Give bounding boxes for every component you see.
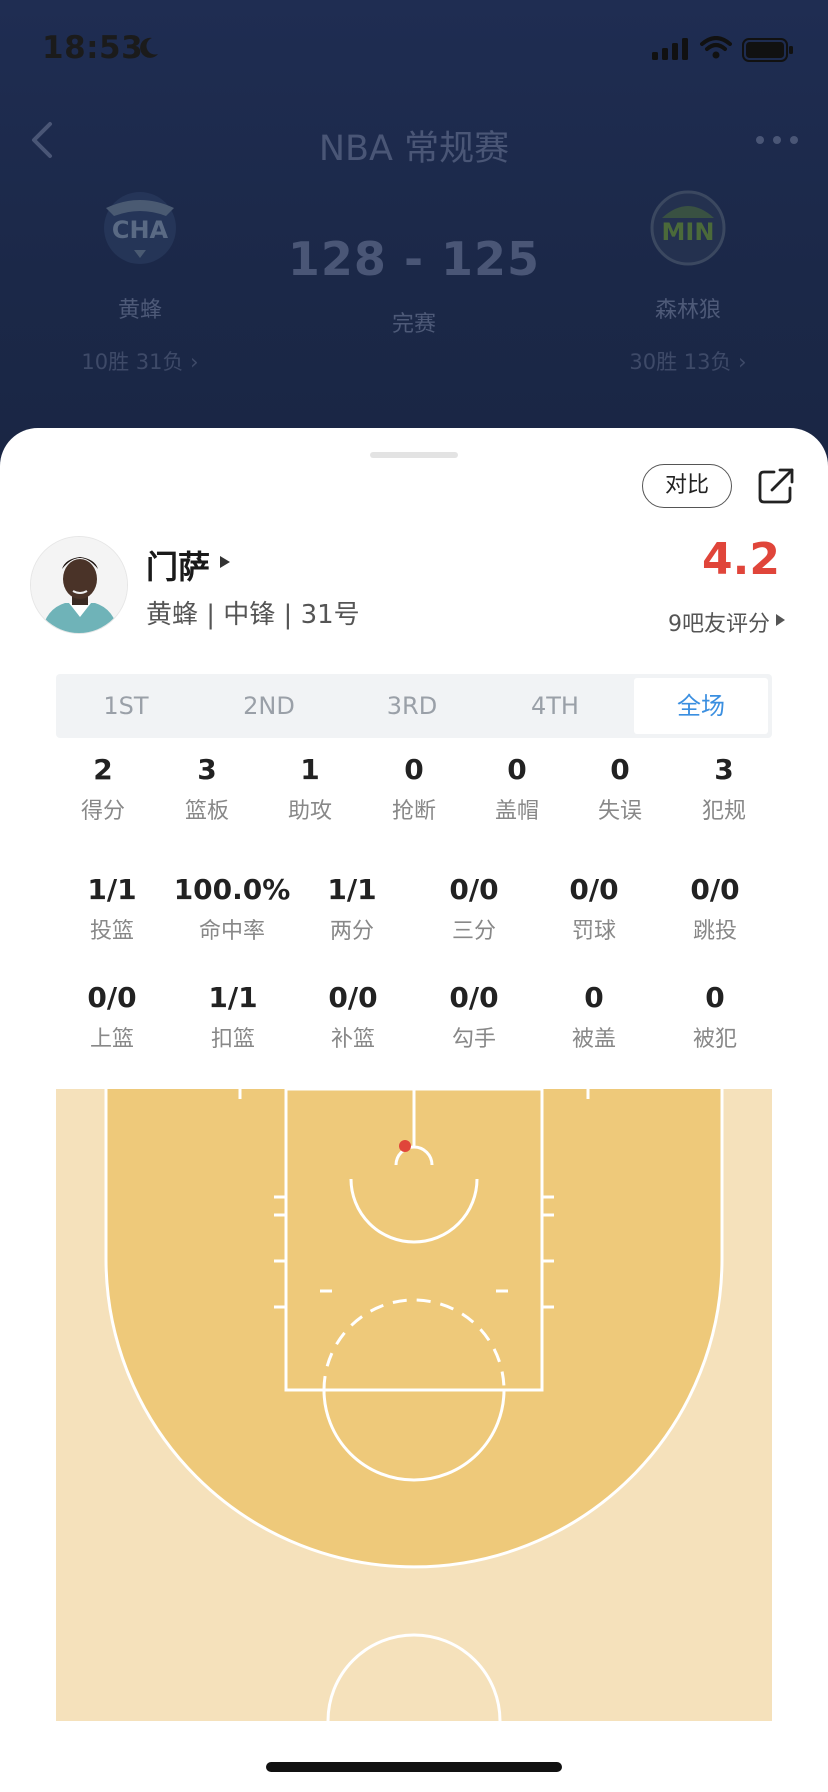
stat-value: 0 bbox=[610, 753, 630, 786]
stat-label: 扣篮 bbox=[210, 1027, 255, 1052]
stat-value: 0 bbox=[705, 981, 725, 1014]
stat-label: 补篮 bbox=[330, 1027, 375, 1052]
shot-chart-court bbox=[56, 1089, 772, 1721]
compare-button[interactable]: 对比 bbox=[642, 464, 732, 508]
more-options-icon[interactable] bbox=[756, 136, 798, 146]
player-info: 黄蜂 | 中锋 | 31号 bbox=[146, 600, 360, 630]
stat-blocked: 0 被盖 bbox=[544, 980, 644, 1058]
shot-made-marker bbox=[399, 1140, 411, 1152]
stat-value: 0/0 bbox=[87, 981, 137, 1014]
status-time: 18:53 bbox=[42, 30, 144, 66]
stat-dunks: 1/1 扣篮 bbox=[183, 980, 283, 1058]
stat-value: 3 bbox=[197, 753, 217, 786]
status-bar: 18:53 bbox=[0, 0, 828, 100]
stat-value: 1/1 bbox=[208, 981, 258, 1014]
stat-assists: 1 助攻 bbox=[270, 752, 350, 830]
stat-label: 抢断 bbox=[391, 799, 436, 824]
away-team-logo-text: MIN bbox=[662, 218, 715, 246]
stat-fouls-drawn: 0 被犯 bbox=[665, 980, 765, 1058]
stat-label: 命中率 bbox=[198, 919, 265, 944]
battery-icon bbox=[742, 38, 793, 62]
stat-fg-percentage: 100.0% 命中率 bbox=[172, 872, 292, 950]
stat-value: 100.0% bbox=[173, 873, 291, 906]
stat-label: 得分 bbox=[80, 799, 125, 824]
moon-icon bbox=[140, 37, 158, 58]
stat-tip-ins: 0/0 补篮 bbox=[303, 980, 403, 1058]
stat-label: 跳投 bbox=[692, 919, 737, 944]
stat-value: 0 bbox=[404, 753, 424, 786]
home-team-record[interactable]: 10胜 31负 › bbox=[30, 346, 250, 376]
stat-free-throws: 0/0 罚球 bbox=[544, 872, 644, 950]
stat-label: 盖帽 bbox=[494, 799, 539, 824]
stat-value: 0/0 bbox=[328, 981, 378, 1014]
page-title: NBA 常规赛 bbox=[318, 129, 510, 169]
rating-arrow-icon[interactable] bbox=[776, 614, 785, 626]
player-name-arrow-icon[interactable] bbox=[220, 556, 230, 568]
tab-3rd[interactable]: 3RD bbox=[342, 674, 482, 738]
sheet-drag-handle[interactable] bbox=[370, 452, 458, 458]
stat-label: 勾手 bbox=[451, 1027, 496, 1052]
stat-field-goals: 1/1 投篮 bbox=[62, 872, 162, 950]
tab-1st[interactable]: 1ST bbox=[56, 674, 196, 738]
stat-jump-shots: 0/0 跳投 bbox=[665, 872, 765, 950]
stat-value: 2 bbox=[93, 753, 113, 786]
home-indicator[interactable] bbox=[266, 1762, 562, 1772]
stat-rebounds: 3 篮板 bbox=[167, 752, 247, 830]
player-rating: 4.2 bbox=[702, 534, 780, 585]
stat-label: 上篮 bbox=[89, 1027, 134, 1052]
stat-value: 3 bbox=[714, 753, 734, 786]
stat-label: 篮板 bbox=[184, 799, 229, 824]
tab-2nd[interactable]: 2ND bbox=[199, 674, 339, 738]
stat-label: 被犯 bbox=[692, 1027, 737, 1052]
stat-label: 两分 bbox=[329, 919, 374, 944]
wifi-icon bbox=[700, 36, 732, 59]
away-team-logo[interactable]: MIN bbox=[648, 188, 728, 268]
stat-label: 失误 bbox=[597, 799, 642, 824]
cellular-signal-icon bbox=[652, 38, 688, 60]
stat-label: 三分 bbox=[451, 919, 496, 944]
stat-label: 犯规 bbox=[701, 799, 746, 824]
stat-label: 罚球 bbox=[571, 919, 616, 944]
player-avatar[interactable] bbox=[30, 536, 128, 634]
tab-4th[interactable]: 4TH bbox=[485, 674, 625, 738]
tab-full-game[interactable]: 全场 bbox=[634, 678, 768, 734]
stat-three-pointers: 0/0 三分 bbox=[424, 872, 524, 950]
stat-value: 1/1 bbox=[87, 873, 137, 906]
rating-label[interactable]: 9吧友评分 bbox=[640, 606, 770, 638]
stat-value: 0/0 bbox=[449, 981, 499, 1014]
stat-blocks: 0 盖帽 bbox=[477, 752, 557, 830]
stat-layups: 0/0 上篮 bbox=[62, 980, 162, 1058]
stat-value: 0/0 bbox=[690, 873, 740, 906]
period-tabs: 1ST 2ND 3RD 4TH 全场 bbox=[56, 674, 772, 738]
share-icon[interactable] bbox=[756, 466, 796, 506]
stat-steals: 0 抢断 bbox=[374, 752, 454, 830]
stat-value: 1/1 bbox=[327, 873, 377, 906]
stat-value: 0 bbox=[507, 753, 527, 786]
stat-points: 2 得分 bbox=[63, 752, 143, 830]
away-team-name[interactable]: 森林狼 bbox=[588, 292, 788, 324]
stat-label: 助攻 bbox=[287, 799, 332, 824]
stat-turnovers: 0 失误 bbox=[580, 752, 660, 830]
stat-label: 被盖 bbox=[571, 1027, 616, 1052]
stat-value: 0/0 bbox=[449, 873, 499, 906]
stat-value: 0 bbox=[584, 981, 604, 1014]
stat-hook-shots: 0/0 勾手 bbox=[424, 980, 524, 1058]
stat-label: 投篮 bbox=[89, 919, 134, 944]
stat-value: 0/0 bbox=[569, 873, 619, 906]
away-team-record[interactable]: 30胜 13负 › bbox=[578, 346, 798, 376]
stat-value: 1 bbox=[300, 753, 320, 786]
player-name[interactable]: 门萨 bbox=[146, 542, 210, 588]
stat-fouls: 3 犯规 bbox=[684, 752, 764, 830]
stat-two-pointers: 1/1 两分 bbox=[302, 872, 402, 950]
